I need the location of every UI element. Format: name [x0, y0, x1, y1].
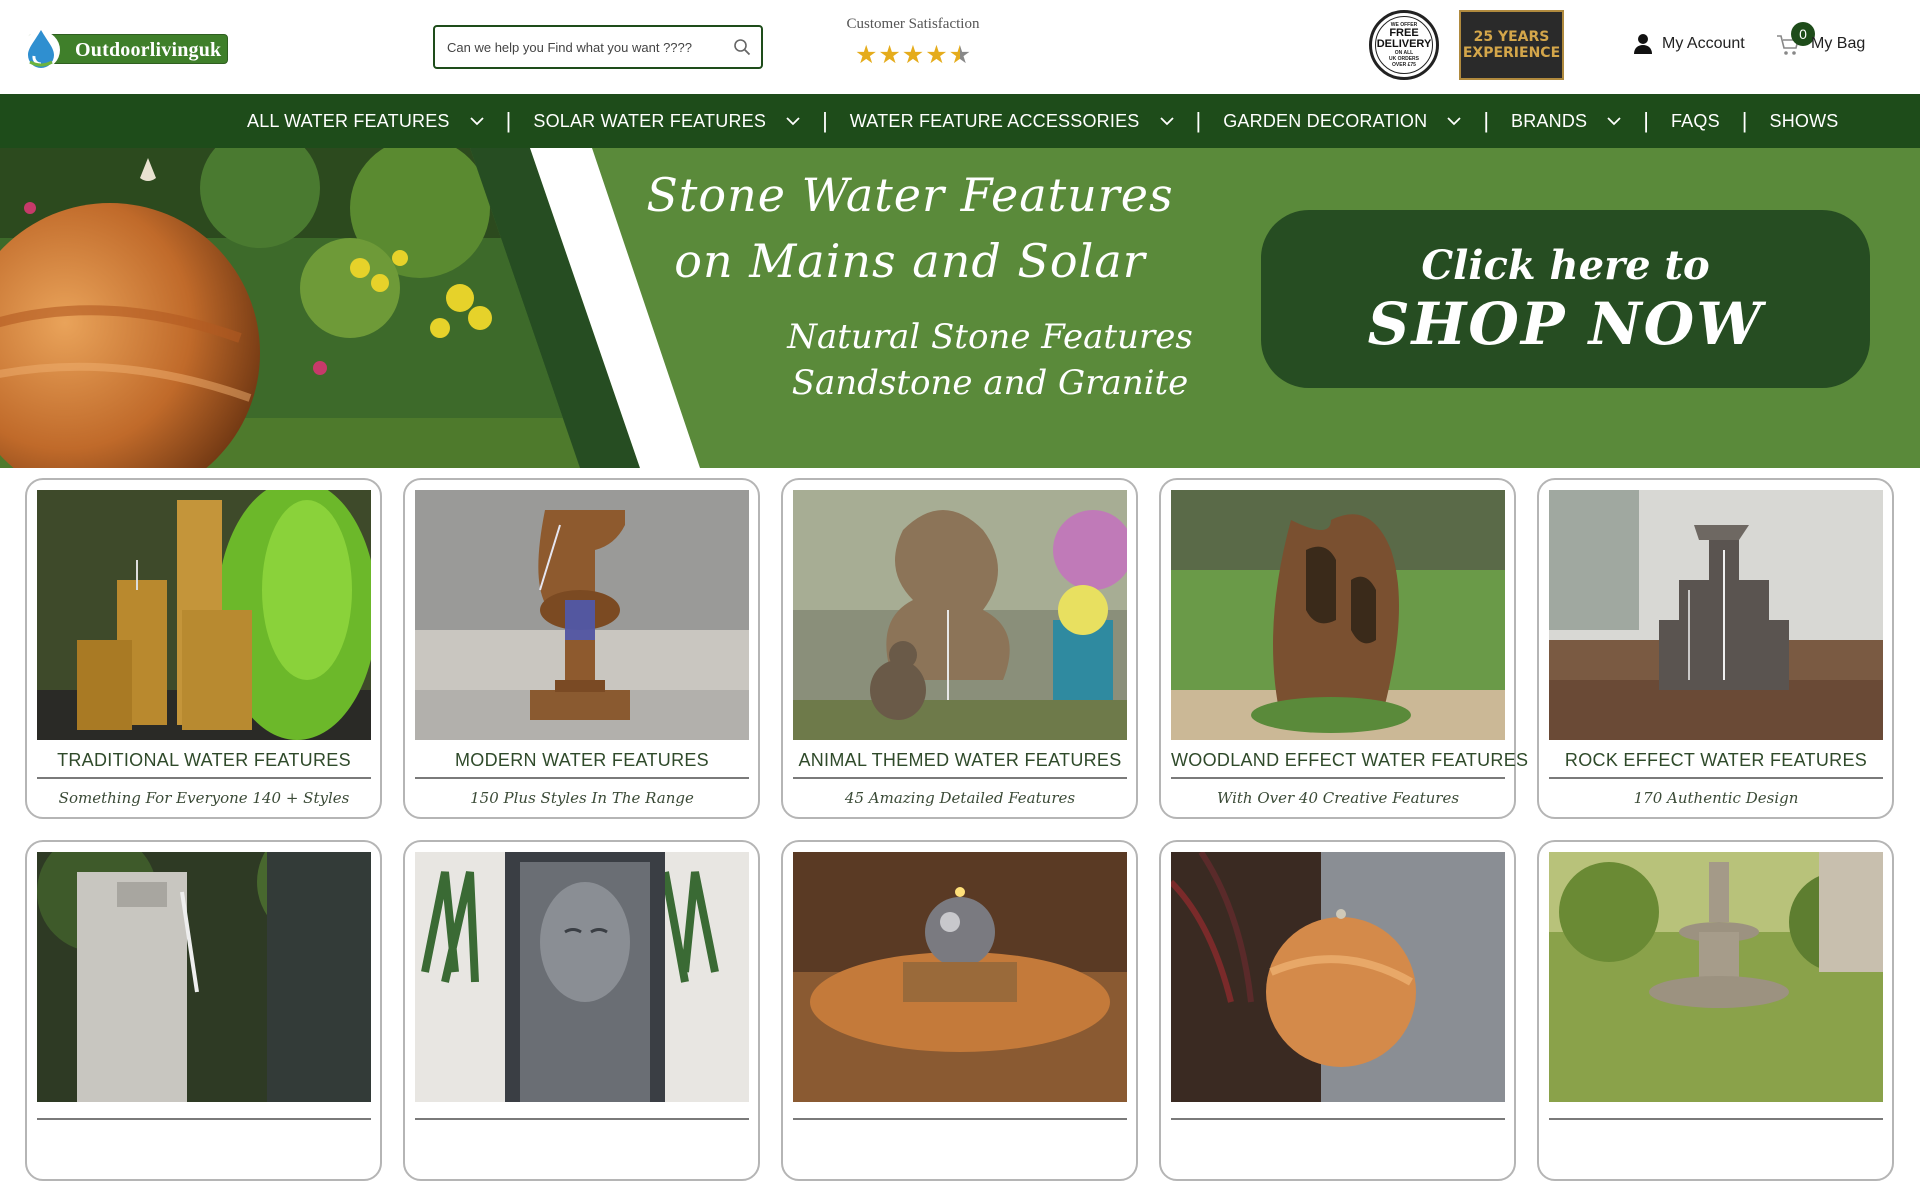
- main-navigation: ALL WATER FEATURES | SOLAR WATER FEATURE…: [0, 94, 1920, 148]
- nav-item-label: WATER FEATURE ACCESSORIES: [849, 110, 1140, 131]
- search-box[interactable]: [433, 25, 763, 69]
- hero-subtitle-line: Natural Stone Features: [787, 317, 1193, 357]
- category-image: [1171, 490, 1505, 740]
- chevron-down-icon: [786, 116, 800, 125]
- category-image: [37, 852, 371, 1102]
- shop-now-button[interactable]: Click here to SHOP NOW: [1261, 210, 1870, 388]
- category-card-animal-themed[interactable]: ANIMAL THEMED WATER FEATURES 45 Amazing …: [781, 478, 1138, 819]
- my-account-label: My Account: [1662, 35, 1745, 52]
- category-card-woodland-effect[interactable]: WOODLAND EFFECT WATER FEATURES With Over…: [1159, 478, 1528, 819]
- user-icon: [1634, 34, 1652, 54]
- chevron-down-icon: [470, 116, 484, 125]
- category-subtitle: 170 Authentic Design: [1633, 789, 1799, 807]
- experience-text: EXPERIENCE: [1462, 45, 1561, 61]
- free-delivery-badge: WE OFFER FREE DELIVERY ON ALL UK ORDERS …: [1369, 10, 1439, 80]
- nav-separator: |: [1483, 108, 1490, 133]
- shop-now-top-text: Click here to: [1421, 242, 1710, 289]
- hero-title-line: on Mains and Solar: [674, 234, 1146, 288]
- customer-satisfaction: Customer Satisfaction ★ ★ ★ ★ ★: [843, 16, 983, 68]
- category-title: [37, 1112, 371, 1120]
- category-title: ROCK EFFECT WATER FEATURES: [1549, 750, 1883, 779]
- site-header: Outdoorlivinguk Customer Satisfaction ★ …: [0, 0, 1920, 94]
- rating-stars: ★ ★ ★ ★ ★: [843, 43, 983, 68]
- nav-garden-decoration[interactable]: GARDEN DECORATION: [1223, 111, 1461, 132]
- category-subtitle: 45 Amazing Detailed Features: [844, 789, 1076, 807]
- search-icon[interactable]: [733, 38, 751, 56]
- nav-item-label: BRANDS: [1511, 110, 1588, 131]
- nav-solar-water-features[interactable]: SOLAR WATER FEATURES: [533, 111, 800, 132]
- category-title: [1549, 1112, 1883, 1120]
- years-text: 25 YEARS: [1473, 29, 1550, 45]
- half-star-icon: ★: [948, 41, 972, 69]
- star-icon: ★: [878, 41, 901, 69]
- nav-brands[interactable]: BRANDS: [1511, 111, 1621, 132]
- category-card-modern[interactable]: MODERN WATER FEATURES 150 Plus Styles In…: [403, 478, 760, 819]
- category-title: TRADITIONAL WATER FEATURES: [37, 750, 371, 779]
- category-card-row2-4[interactable]: [1159, 840, 1516, 1181]
- category-image: [793, 852, 1127, 1102]
- nav-separator: |: [1195, 108, 1202, 133]
- category-image: [1549, 852, 1883, 1102]
- category-image: [415, 852, 749, 1102]
- site-logo[interactable]: Outdoorlivinguk: [20, 26, 228, 69]
- my-bag-label: My Bag: [1811, 35, 1866, 52]
- category-card-row2-3[interactable]: [781, 840, 1138, 1181]
- category-title: [1171, 1112, 1505, 1120]
- nav-item-label: SHOWS: [1769, 110, 1839, 131]
- search-input[interactable]: [447, 37, 727, 57]
- star-icon: ★: [901, 41, 925, 69]
- category-card-rock-effect[interactable]: ROCK EFFECT WATER FEATURES 170 Authentic…: [1537, 478, 1894, 819]
- nav-water-feature-accessories[interactable]: WATER FEATURE ACCESSORIES: [850, 111, 1174, 132]
- chevron-down-icon: [1447, 116, 1461, 125]
- hero-title: Stone Water Features on Mains and Solar: [640, 162, 1180, 294]
- hero-subtitle-line: Sandstone and Granite: [791, 363, 1189, 403]
- my-bag-link[interactable]: 0 My Bag: [1776, 22, 1876, 60]
- category-image: [37, 490, 371, 740]
- category-subtitle: With Over 40 Creative Features: [1216, 789, 1460, 807]
- category-image: [1171, 852, 1505, 1102]
- nav-separator: |: [1741, 108, 1748, 133]
- logo-text: Outdoorlivinguk: [75, 39, 222, 61]
- star-icon: ★: [925, 41, 948, 69]
- category-title: MODERN WATER FEATURES: [415, 750, 749, 779]
- category-card-row2-2[interactable]: [403, 840, 760, 1181]
- nav-separator: |: [822, 108, 828, 133]
- category-card-row2-5[interactable]: [1537, 840, 1894, 1181]
- nav-item-label: SOLAR WATER FEATURES: [533, 110, 767, 131]
- experience-badge: 25 YEARS EXPERIENCE: [1459, 10, 1564, 80]
- category-title: [415, 1112, 749, 1120]
- nav-faqs[interactable]: FAQS: [1671, 111, 1720, 132]
- nav-separator: |: [505, 108, 512, 133]
- category-card-row2-1[interactable]: [25, 840, 382, 1181]
- category-title: ANIMAL THEMED WATER FEATURES: [793, 750, 1127, 779]
- category-subtitle: Something For Everyone 140 + Styles: [58, 789, 350, 807]
- category-title: WOODLAND EFFECT WATER FEATURES: [1171, 750, 1528, 779]
- nav-separator: |: [1643, 108, 1649, 133]
- shop-now-main-text: SHOP NOW: [1367, 290, 1764, 358]
- chevron-down-icon: [1159, 116, 1174, 125]
- nav-all-water-features[interactable]: ALL WATER FEATURES: [247, 111, 484, 132]
- category-subtitle: 150 Plus Styles In The Range: [470, 789, 694, 807]
- star-icon: ★: [854, 41, 878, 69]
- satisfaction-label: Customer Satisfaction: [846, 16, 980, 32]
- nav-item-label: ALL WATER FEATURES: [247, 110, 450, 131]
- water-drop-icon: [22, 30, 60, 69]
- my-account-link[interactable]: My Account: [1633, 33, 1745, 55]
- category-image: [415, 490, 749, 740]
- category-image: [1549, 490, 1883, 740]
- category-card-traditional[interactable]: TRADITIONAL WATER FEATURES Something For…: [25, 478, 382, 819]
- chevron-down-icon: [1607, 116, 1621, 125]
- nav-shows[interactable]: SHOWS: [1770, 111, 1839, 132]
- hero-subtitle: Natural Stone Features Sandstone and Gra…: [760, 314, 1220, 406]
- nav-item-label: GARDEN DECORATION: [1223, 110, 1428, 131]
- category-title: [793, 1112, 1127, 1120]
- hero-banner[interactable]: Stone Water Features on Mains and Solar …: [0, 148, 1920, 468]
- hero-title-line: Stone Water Features: [646, 168, 1174, 222]
- nav-item-label: FAQS: [1670, 110, 1720, 131]
- category-image: [793, 490, 1127, 740]
